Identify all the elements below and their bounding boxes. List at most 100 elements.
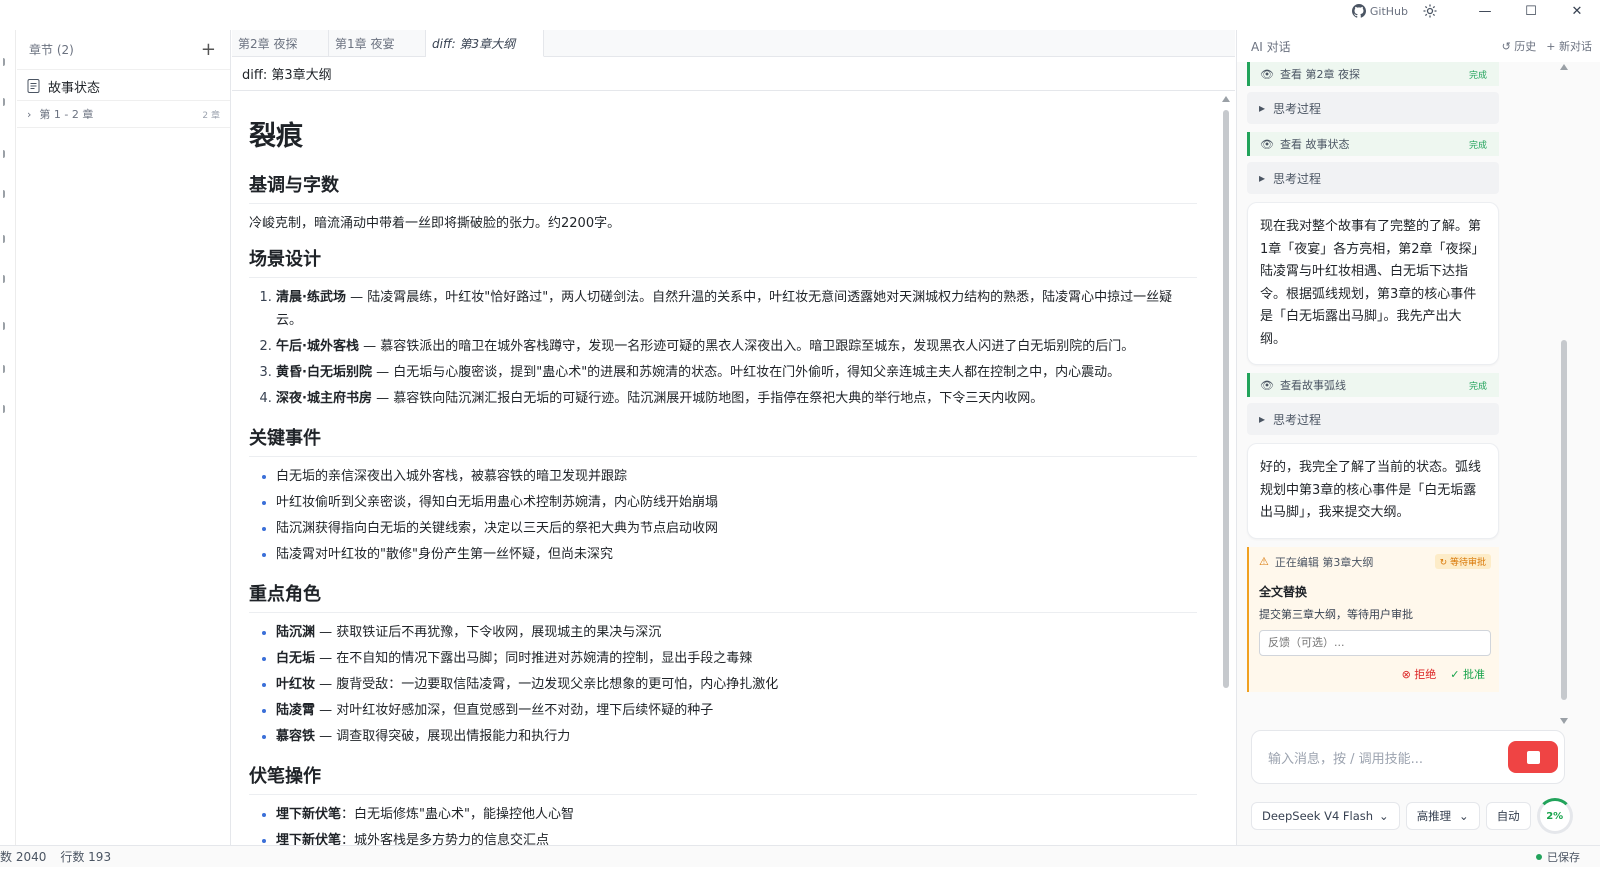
document-icon [27, 79, 40, 93]
add-chapter-button[interactable]: + [201, 39, 216, 60]
document-body[interactable]: 裂痕 基调与字数 冷峻克制，暗流涌动中带着一丝即将撕破脸的张力。约2200字。 … [232, 92, 1235, 845]
list-item: 陆凌霄对叶红妆的"散修"身份产生第一丝怀疑，但尚未深究 [276, 543, 1197, 566]
list-item: 陆凌霄 — 对叶红妆好感加深，但直觉感到一丝不对劲，埋下后续怀疑的种子 [276, 699, 1197, 722]
list-item: 埋下新伏笔：白无垢修炼"蛊心术"，能操控他人心智 [276, 803, 1197, 826]
section-heading-foreshadow: 伏笔操作 [249, 762, 1197, 795]
section-heading-scenes: 场景设计 [249, 245, 1197, 278]
editor-scrollbar[interactable] [1222, 96, 1230, 876]
list-item: 叶红妆 — 腹背受敌：一边要取信陆凌霄，一边发现父亲比想象的更可怕，内心挣扎激化 [276, 673, 1197, 696]
scroll-up-icon[interactable] [1222, 96, 1230, 102]
scrollbar-thumb[interactable] [1223, 110, 1229, 688]
warning-icon: ⚠ [1259, 555, 1269, 568]
list-item: 陆沉渊 — 获取铁证后不再犹豫，下令收网，展现城主的果决与深沉 [276, 621, 1197, 644]
approval-card: ⚠正在编辑 第3章大纲 ↻ 等待审批 全文替换 提交第三章大纲，等待用户审批 ⊗… [1247, 546, 1499, 692]
scrollbar-thumb[interactable] [1561, 340, 1567, 700]
tool-call-item[interactable]: 👁 查看 第2章 夜探 完成 [1247, 62, 1499, 86]
save-status: 已保存 [1536, 849, 1580, 865]
list-item: 清晨·练武场 — 陆凌霄晨练，叶红妆"恰好路过"，两人切磋剑法。自然升温的关系中… [276, 286, 1197, 332]
triangle-right-icon: ▸ [1259, 412, 1266, 426]
maximize-button[interactable]: ☐ [1508, 0, 1554, 22]
activity-bar-edge [0, 30, 16, 845]
chapter-group-label: 第 1 - 2 章 [39, 108, 94, 121]
thinking-toggle[interactable]: ▸ 思考过程 [1247, 162, 1499, 194]
chapter-count-label: 章节 (2) [29, 43, 74, 57]
new-chat-button[interactable]: + 新对话 [1546, 38, 1592, 54]
list-item: 埋下新伏笔：城外客栈是多方势力的信息交汇点 [276, 829, 1197, 845]
stop-icon [1526, 750, 1540, 764]
github-icon [1351, 4, 1366, 18]
scroll-up-icon[interactable] [1560, 64, 1568, 70]
pending-badge: ↻ 等待审批 [1434, 554, 1491, 569]
editor: 第2章 夜探 第1章 夜宴 diff: 第3章大纲 diff: 第3章大纲 裂痕… [232, 30, 1235, 876]
section-heading-tone: 基调与字数 [249, 171, 1197, 204]
chapter-group-count: 2 章 [202, 110, 220, 121]
approval-description: 提交第三章大纲，等待用户审批 [1259, 607, 1413, 621]
list-item: 陆沉渊获得指向白无垢的关键线索，决定以三天后的祭祀大典为节点启动收网 [276, 517, 1197, 540]
approval-heading: 全文替换 [1259, 584, 1308, 599]
story-state-label: 故事状态 [48, 80, 101, 96]
github-label: GitHub [1369, 4, 1408, 18]
context-usage-ring: 2% [1536, 798, 1573, 834]
editor-tabs: 第2章 夜探 第1章 夜宴 diff: 第3章大纲 [232, 30, 1235, 57]
status-bar: 数 2040 行数 193 已保存 [0, 845, 1600, 867]
list-item: 白无垢 — 在不自知的情况下露出马脚；同时推进对苏婉清的控制，显出手段之毒辣 [276, 647, 1197, 670]
status-dot-icon [1536, 853, 1542, 860]
tool-call-item[interactable]: 👁 查看 故事状态 完成 [1247, 132, 1499, 156]
line-count: 行数 193 [60, 850, 112, 864]
title-bar: GitHub — ☐ ✕ [0, 0, 1600, 22]
reasoning-select[interactable]: 高推理 ⌄ [1405, 802, 1480, 830]
minimize-button[interactable]: — [1462, 0, 1508, 22]
close-button[interactable]: ✕ [1554, 0, 1600, 22]
tab-chapter-2[interactable]: 第2章 夜探 [232, 30, 329, 57]
done-badge: 完成 [1468, 140, 1487, 151]
tab-chapter-1[interactable]: 第1章 夜宴 [329, 30, 426, 57]
thinking-toggle[interactable]: ▸ 思考过程 [1247, 92, 1499, 124]
role-list: 陆沉渊 — 获取铁证后不再犹豫，下令收网，展现城主的果决与深沉 白无垢 — 在不… [276, 621, 1197, 748]
section-heading-roles: 重点角色 [249, 580, 1197, 613]
section-heading-events: 关键事件 [249, 424, 1197, 457]
chevron-down-icon: ⌄ [1379, 809, 1389, 823]
list-item: 黄昏·白无垢别院 — 白无垢与心腹密谈，提到"蛊心术"的进展和苏婉清的状态。叶红… [276, 361, 1197, 384]
chevron-down-icon: ⌄ [1459, 809, 1469, 823]
event-list: 白无垢的亲信深夜出入城外客栈，被慕容铁的暗卫发现并跟踪 叶红妆偷听到父亲密谈，得… [276, 465, 1197, 566]
doc-heading: 裂痕 [249, 121, 303, 152]
github-link[interactable]: GitHub [1351, 4, 1408, 18]
chapter-panel: 章节 (2) + 故事状态 › 第 1 - 2 章 2 章 [17, 30, 231, 845]
feedback-input[interactable] [1259, 629, 1491, 656]
auto-toggle[interactable]: 自动 [1485, 802, 1531, 830]
chat-history: 👁 查看 第2章 夜探 完成 ▸ 思考过程 👁 查看 故事状态 完成 ▸ 思考过程 现在… [1245, 62, 1503, 692]
document-title: diff: 第3章大纲 [232, 57, 1235, 91]
assistant-message: 好的，我完全了解了当前的状态。弧线规划中第3章的核心事件是「白无垢露出马脚」，我… [1247, 443, 1499, 539]
message-input[interactable]: 输入消息，按 / 调用技能... [1251, 730, 1565, 784]
chapter-group[interactable]: › 第 1 - 2 章 2 章 [17, 100, 230, 128]
done-badge: 完成 [1468, 70, 1487, 81]
list-item: 慕容铁 — 调查取得突破，展现出情报能力和执行力 [276, 725, 1197, 748]
chat-scrollbar[interactable] [1560, 64, 1568, 724]
history-button[interactable]: ↺ 历史 [1502, 38, 1537, 54]
thinking-toggle[interactable]: ▸ 思考过程 [1247, 403, 1499, 435]
list-item: 深夜·城主府书房 — 慕容铁向陆沉渊汇报白无垢的可疑行迹。陆沉渊展开城防地图，手… [276, 387, 1197, 410]
ai-panel-title: AI 对话 [1251, 39, 1291, 54]
assistant-message: 现在我对整个故事有了完整的了解。第1章「夜宴」各方亮相，第2章「夜探」陆凌霄与叶… [1247, 202, 1499, 365]
foreshadow-list: 埋下新伏笔：白无垢修炼"蛊心术"，能操控他人心智 埋下新伏笔：城外客栈是多方势力… [276, 803, 1197, 845]
reject-button[interactable]: ⊗ 拒绝 [1402, 666, 1437, 682]
scene-list: 清晨·练武场 — 陆凌霄晨练，叶红妆"恰好路过"，两人切磋剑法。自然升温的关系中… [276, 286, 1197, 410]
scroll-down-icon[interactable] [1560, 718, 1568, 724]
approve-button[interactable]: ✓ 批准 [1450, 666, 1485, 682]
tab-diff-outline[interactable]: diff: 第3章大纲 [426, 30, 544, 57]
list-item: 白无垢的亲信深夜出入城外客栈，被慕容铁的暗卫发现并跟踪 [276, 465, 1197, 488]
chevron-right-icon: › [27, 107, 32, 121]
gear-icon[interactable] [1422, 3, 1438, 19]
list-item: 午后·城外客栈 — 慕容铁派出的暗卫在城外客栈蹲守，发现一名形迹可疑的黑衣人深夜… [276, 335, 1197, 358]
ai-panel-header: AI 对话 ↺ 历史 + 新对话 [1237, 30, 1600, 62]
tool-call-item[interactable]: 👁 查看故事弧线 完成 [1247, 373, 1499, 397]
triangle-right-icon: ▸ [1259, 101, 1266, 115]
history-icon: ↺ [1501, 40, 1511, 53]
message-placeholder: 输入消息，按 / 调用技能... [1268, 751, 1424, 767]
stop-button[interactable] [1508, 741, 1558, 773]
triangle-right-icon: ▸ [1259, 171, 1266, 185]
eye-icon: 👁 [1260, 137, 1274, 151]
model-select[interactable]: DeepSeek V4 Flash ⌄ [1251, 802, 1400, 830]
story-state-item[interactable]: 故事状态 [17, 72, 230, 100]
tone-text: 冷峻克制，暗流涌动中带着一丝即将撕破脸的张力。约2200字。 [249, 216, 621, 231]
